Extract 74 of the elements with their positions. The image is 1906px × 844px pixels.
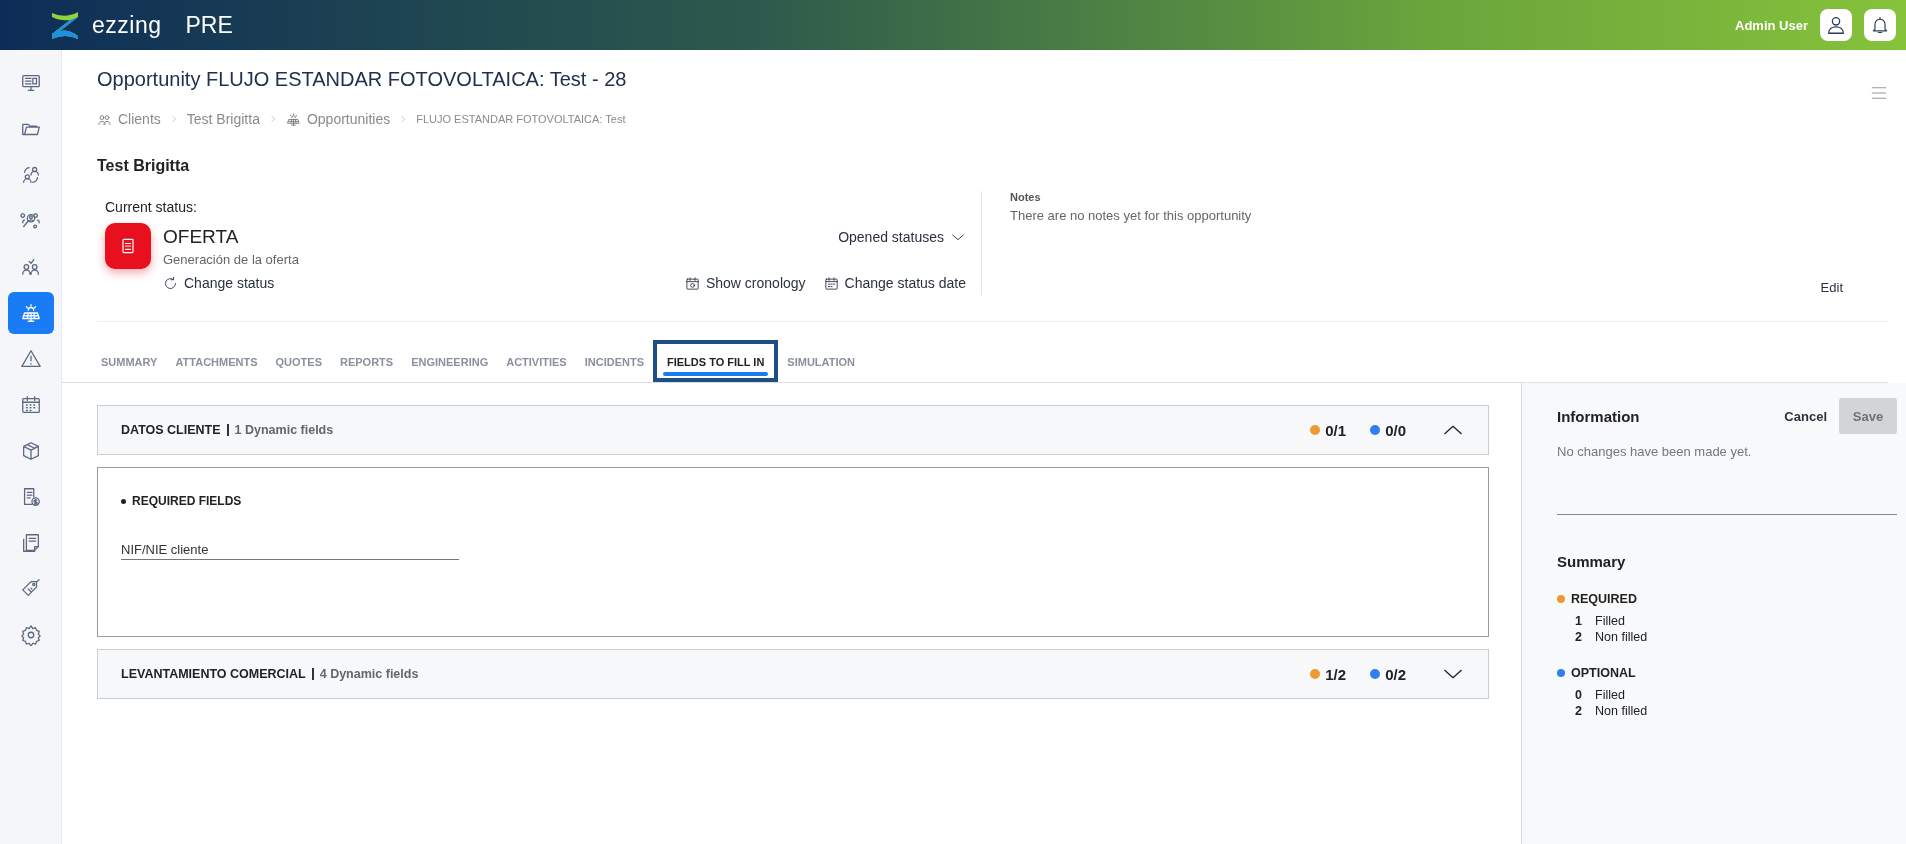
solar-panel-icon [285,111,301,127]
notifications-button[interactable] [1864,9,1896,41]
calendar-icon [823,275,839,291]
count-label: Non filled [1595,704,1648,718]
menu-icon [1870,84,1888,102]
calendar-icon [19,394,42,416]
user-icon [1825,14,1847,36]
monitor-icon [19,72,42,94]
refresh-icon [163,275,178,291]
tab[interactable]: ATTACHMENTS [166,340,267,382]
tab[interactable]: SIMULATION [778,340,864,382]
group-label: REQUIRED [1571,592,1637,606]
section-field-count: 1 Dynamic fields [234,423,334,437]
group-heading: REQUIRED FIELDS [121,494,1465,508]
notes-text: There are no notes yet for this opportunity [1010,208,1253,223]
bell-icon [1870,15,1890,35]
change-status-date-button[interactable]: Change status date [823,275,966,291]
change-status-button[interactable]: Change status [163,275,275,291]
section-title: LEVANTAMIENTO COMERCIAL [121,667,306,681]
user-button[interactable] [1820,9,1852,41]
solar-panel-icon [19,302,42,324]
warning-icon [19,348,42,370]
client-name: Test Brigitta [97,157,191,175]
user-name[interactable]: Admin User [1735,17,1808,33]
status-label: Current status: [105,199,198,215]
tab[interactable]: REPORTS [331,340,403,382]
users-search-icon [19,210,42,232]
show-cronology-button[interactable]: Show cronology [684,275,806,291]
status-name: OFERTA [163,225,240,248]
opened-statuses-dropdown[interactable]: Opened statuses [838,229,966,245]
required-count: 0/1 [1310,421,1347,439]
tab[interactable]: INCIDENTS [575,340,653,382]
count-label: Non filled [1595,630,1648,644]
section-field-count: 4 Dynamic fields [319,667,419,681]
breadcrumb-link[interactable]: Test Brigitta [186,111,260,127]
logo-icon [50,9,80,41]
cancel-button[interactable]: Cancel [1784,408,1827,424]
edit-button[interactable]: Edit [1820,280,1843,295]
section-header[interactable]: DATOS CLIENTE 1 Dynamic fields 0/1 0/0 [97,405,1489,455]
tab[interactable]: SUMMARY [92,340,167,382]
optional-count: 0/2 [1370,665,1406,683]
tab[interactable]: ENGINEERING [402,340,498,382]
breadcrumb-link[interactable]: FLUJO ESTANDAR FOTOVOLTAICA: Test [416,113,626,125]
settings-icon [19,624,42,646]
count-value: 2 [1575,704,1583,718]
tab[interactable]: FIELDS TO FILL IN [653,340,779,382]
environment-label: PRE [185,11,233,39]
count-value: 2 [1575,630,1583,644]
notes-label: Notes [1010,191,1042,203]
summary-title: Summary [1557,553,1627,570]
optional-count: 0/0 [1370,421,1406,439]
count-label: Filled [1595,614,1626,628]
count-value: 1 [1575,614,1583,628]
count-value: 0 [1575,688,1583,702]
divider-bar [311,668,314,680]
sidebar-item[interactable] [7,292,54,334]
tab[interactable]: QUOTES [266,340,331,382]
users-check-icon [19,256,42,278]
section-title: DATOS CLIENTE [121,423,221,437]
breadcrumb-link[interactable]: Opportunities [306,111,391,127]
status-message: No changes have been made yet. [1557,444,1753,459]
required-count: 1/2 [1310,665,1347,683]
breadcrumb-link[interactable]: Clients [118,111,161,127]
page-title: Opportunity FLUJO ESTANDAR FOTOVOLTAICA: Test - 28 [97,68,627,91]
calendar-clock-icon [684,275,700,291]
tab[interactable]: ACTIVITIES [497,340,576,382]
brand-name: ezzing [92,11,162,39]
panel-title: Information [1557,407,1640,425]
count-label: Filled [1595,688,1626,702]
status-description: Generación de la oferta [163,251,300,267]
divider-bar [226,424,229,436]
group-label: OPTIONAL [1571,666,1636,680]
input-field[interactable]: NIF/NIE cliente [121,540,459,560]
section-header[interactable]: LEVANTAMIENTO COMERCIAL 4 Dynamic fields 1/2 0/2 [97,649,1489,699]
